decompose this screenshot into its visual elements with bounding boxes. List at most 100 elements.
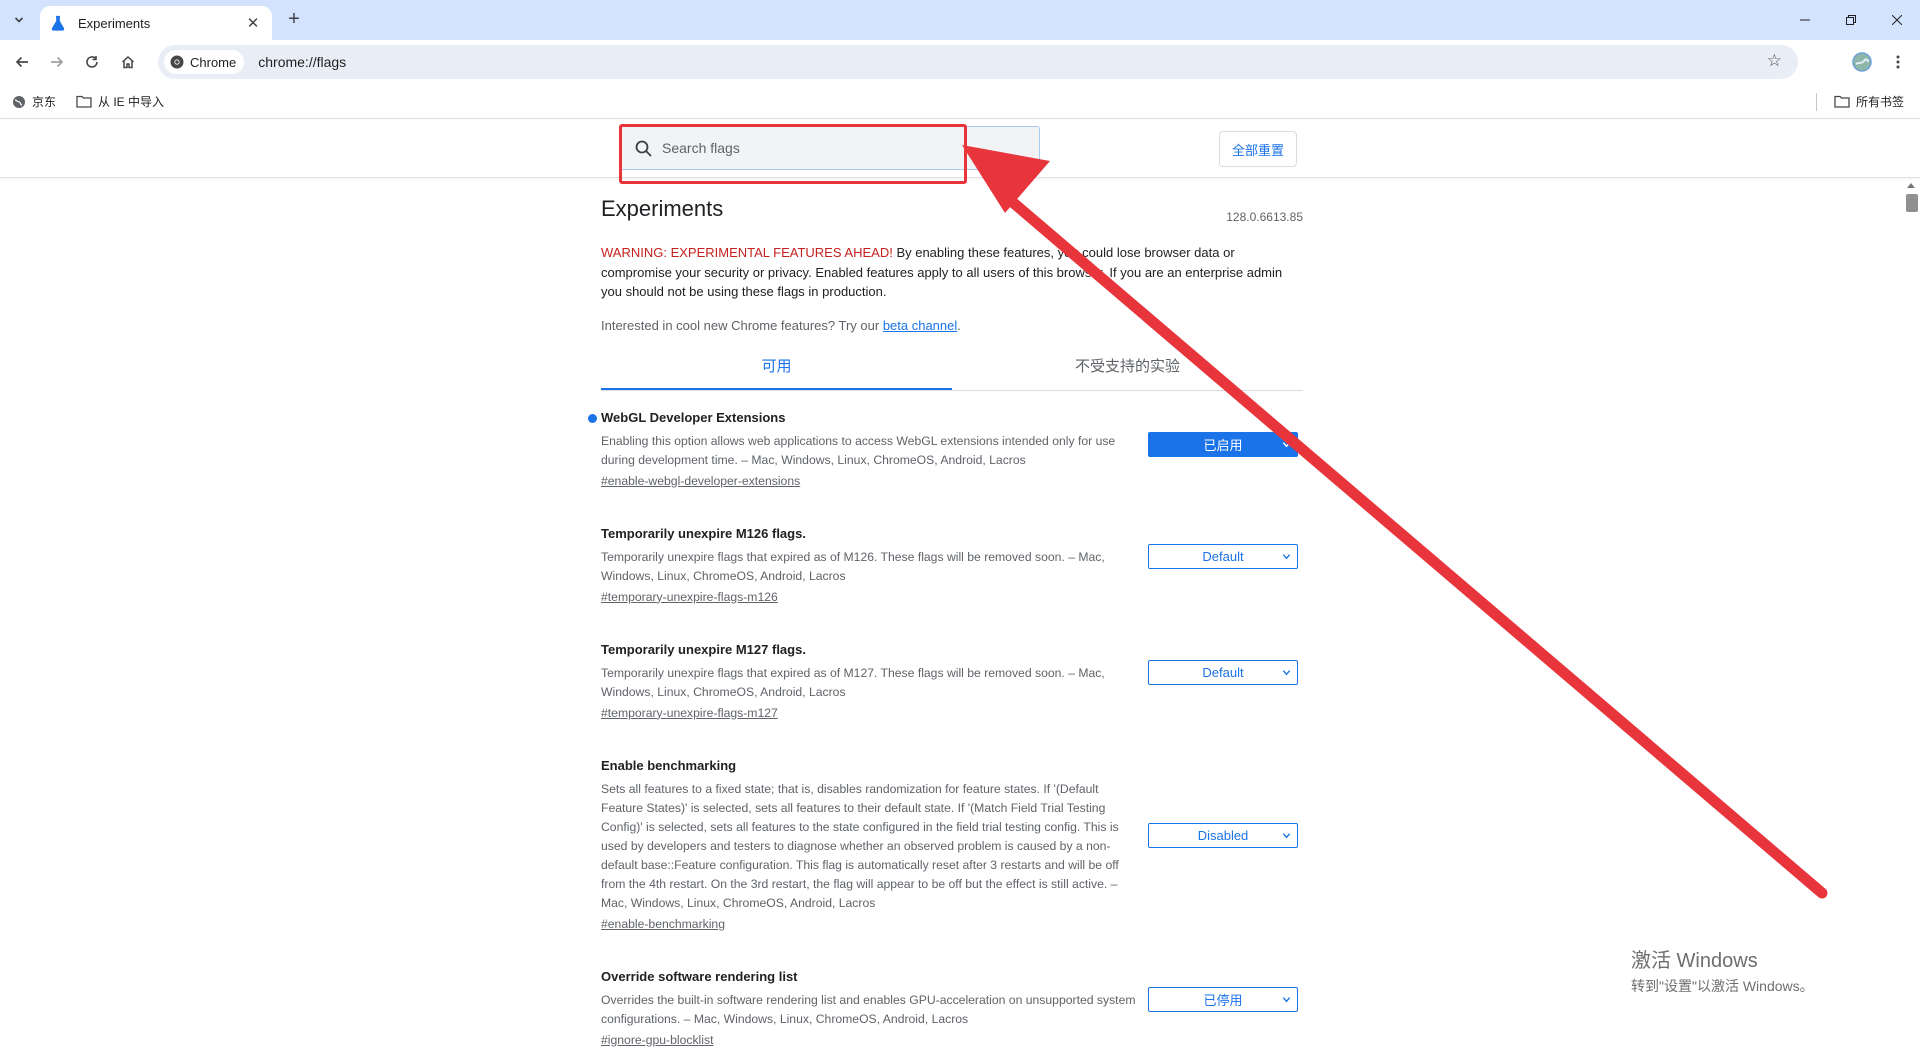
search-icon	[635, 140, 652, 157]
experiment-select[interactable]: 已停用	[1148, 986, 1298, 1012]
avatar-icon	[1852, 52, 1872, 72]
chevron-down-icon	[1282, 996, 1291, 1002]
reset-all-button[interactable]: 全部重置	[1219, 131, 1297, 167]
experiment-name: Override software rendering list	[601, 968, 798, 984]
experiment-permalink[interactable]: #enable-benchmarking	[601, 917, 725, 931]
experiment-item: Enable benchmarking Sets all features to…	[601, 758, 1303, 933]
close-icon	[1892, 15, 1902, 25]
home-icon	[121, 55, 135, 69]
restore-button[interactable]	[1828, 0, 1874, 40]
experiment-item: Temporarily unexpire M127 flags. Tempora…	[601, 642, 1303, 722]
folder-icon	[1834, 95, 1850, 108]
flags-header: 全部重置	[0, 120, 1920, 178]
warning-text: WARNING: EXPERIMENTAL FEATURES AHEAD! By…	[601, 243, 1303, 302]
all-bookmarks-button[interactable]: 所有书签	[1834, 93, 1904, 110]
bookmark-jd[interactable]: 京东	[12, 93, 56, 110]
beta-promo: Interested in cool new Chrome features? …	[601, 318, 1303, 333]
new-tab-button[interactable]: +	[282, 8, 306, 32]
close-tab-icon[interactable]: ✕	[244, 14, 262, 32]
toolbar: Chrome chrome://flags ☆	[0, 40, 1920, 85]
chevron-down-icon	[14, 17, 24, 23]
home-button[interactable]	[114, 48, 142, 76]
back-arrow-icon	[15, 56, 28, 68]
beta-channel-link[interactable]: beta channel	[883, 318, 957, 333]
experiment-description: Enabling this option allows web applicat…	[601, 433, 1116, 467]
bookmark-label: 从 IE 中导入	[98, 95, 165, 109]
experiment-select[interactable]: Default	[1148, 659, 1298, 685]
tab-experiments[interactable]: Experiments ✕	[40, 6, 272, 40]
back-button[interactable]	[8, 48, 36, 76]
chevron-down-icon	[1282, 669, 1291, 675]
site-chip-label: Chrome	[190, 54, 237, 70]
experiment-permalink[interactable]: #temporary-unexpire-flags-m126	[601, 590, 778, 604]
title-row: Experiments 128.0.6613.85	[601, 178, 1303, 228]
beta-promo-text: Interested in cool new Chrome features? …	[601, 317, 883, 333]
experiment-item: Temporarily unexpire M126 flags. Tempora…	[601, 526, 1303, 606]
watermark-subtitle: 转到"设置"以激活 Windows。	[1631, 978, 1814, 994]
experiment-name: Temporarily unexpire M126 flags.	[601, 525, 806, 541]
beta-promo-end: .	[957, 317, 961, 333]
experiment-select[interactable]: Default	[1148, 543, 1298, 569]
title-bar: Experiments ✕ +	[0, 0, 1920, 40]
experiment-name: Temporarily unexpire M127 flags.	[601, 641, 806, 657]
chevron-down-icon	[1282, 553, 1291, 559]
forward-button[interactable]	[43, 48, 71, 76]
watermark-title: 激活 Windows	[1631, 950, 1758, 972]
site-info-chip[interactable]: Chrome	[164, 50, 245, 74]
tab-search-button[interactable]	[8, 9, 30, 31]
reload-button[interactable]	[78, 48, 106, 76]
experiment-name: Enable benchmarking	[601, 757, 737, 773]
close-window-button[interactable]	[1874, 0, 1920, 40]
globe-icon	[13, 95, 25, 108]
profile-button[interactable]	[1848, 48, 1876, 76]
windows-activation-watermark: 激活 Windows 转到"设置"以激活 Windows。	[1631, 944, 1814, 996]
chevron-down-icon	[1282, 832, 1291, 838]
page-title: Experiments	[601, 196, 724, 221]
version-label: 128.0.6613.85	[1226, 210, 1303, 224]
menu-button[interactable]	[1884, 48, 1912, 76]
url-text[interactable]: chrome://flags	[258, 54, 346, 70]
bookmarks-bar: 京东 从 IE 中导入 所有书签	[0, 85, 1920, 119]
main-content: Experiments 128.0.6613.85 WARNING: EXPER…	[588, 178, 1303, 1049]
select-value: 已停用	[1203, 992, 1243, 1008]
scrollbar-thumb[interactable]	[1906, 194, 1918, 212]
divider	[1816, 93, 1817, 111]
select-value: 已启用	[1203, 437, 1243, 453]
experiment-permalink[interactable]: #temporary-unexpire-flags-m127	[601, 706, 778, 720]
search-input[interactable]	[662, 140, 982, 156]
experiment-name: WebGL Developer Extensions	[601, 409, 786, 425]
modified-indicator-dot	[588, 413, 597, 423]
tab-available[interactable]: 可用	[601, 347, 952, 390]
reload-icon	[86, 56, 98, 68]
scrollbar[interactable]	[1905, 180, 1920, 1040]
experiment-select[interactable]: 已启用	[1148, 431, 1298, 457]
address-bar[interactable]: Chrome chrome://flags ☆	[158, 45, 1798, 79]
bookmark-star-icon[interactable]: ☆	[1767, 51, 1782, 71]
experiment-item: Override software rendering list Overrid…	[601, 969, 1303, 1049]
experiment-description: Temporarily unexpire flags that expired …	[601, 665, 1105, 699]
search-box[interactable]	[620, 126, 1040, 170]
tab-unavailable[interactable]: 不受支持的实验	[952, 347, 1303, 390]
tab-title: Experiments	[78, 15, 151, 31]
more-vert-icon	[1896, 55, 1900, 69]
folder-icon	[76, 95, 92, 108]
flask-icon	[51, 15, 65, 31]
bookmark-folder-ie-import[interactable]: 从 IE 中导入	[76, 93, 164, 110]
minimize-icon	[1800, 19, 1810, 21]
chevron-down-icon	[1282, 441, 1291, 447]
select-value: Disabled	[1197, 827, 1249, 843]
warning-heading: WARNING: EXPERIMENTAL FEATURES AHEAD!	[601, 245, 893, 260]
bookmark-label: 京东	[32, 95, 57, 109]
experiment-description: Temporarily unexpire flags that expired …	[601, 549, 1105, 583]
minimize-button[interactable]	[1782, 0, 1828, 40]
select-value: Default	[1202, 548, 1244, 564]
experiment-permalink[interactable]: #enable-webgl-developer-extensions	[601, 474, 800, 488]
experiment-item: WebGL Developer Extensions Enabling this…	[588, 409, 1303, 490]
experiment-description: Overrides the built-in software renderin…	[601, 992, 1136, 1026]
chrome-logo-icon	[170, 55, 184, 69]
scroll-up-arrow-icon[interactable]	[1907, 183, 1915, 188]
forward-arrow-icon	[51, 56, 64, 68]
experiment-description: Sets all features to a fixed state; that…	[601, 781, 1119, 910]
select-value: Default	[1202, 664, 1244, 680]
experiment-select[interactable]: Disabled	[1148, 822, 1298, 848]
